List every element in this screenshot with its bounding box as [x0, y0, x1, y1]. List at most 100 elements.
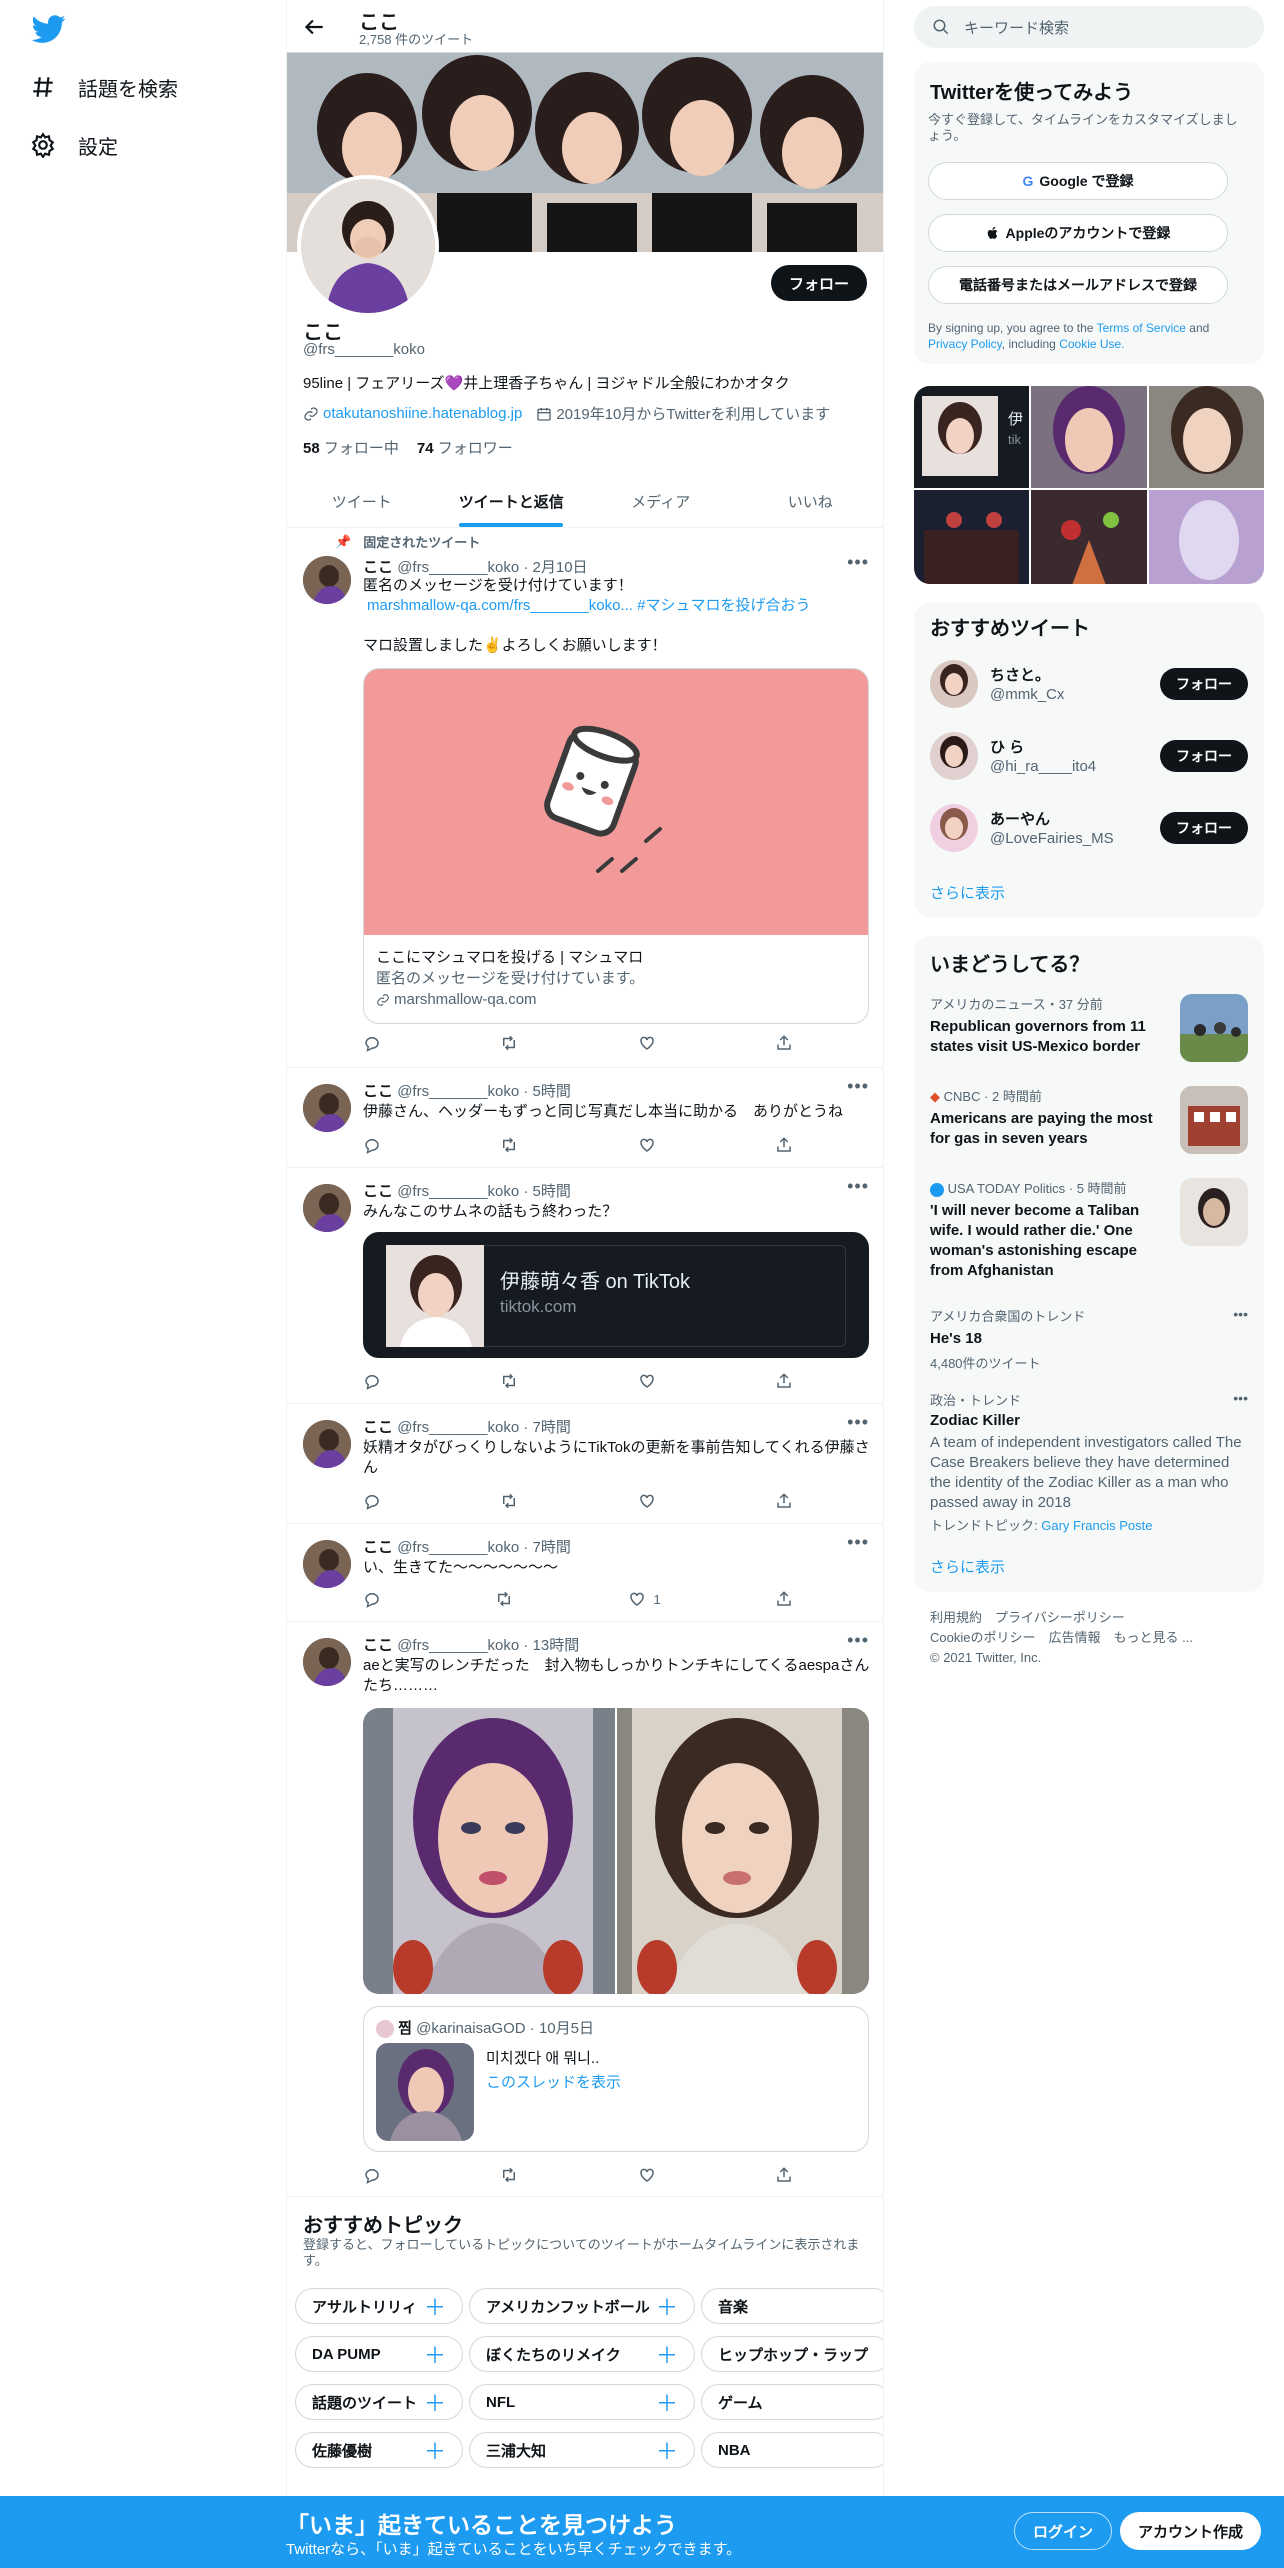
media-thumb[interactable]	[1148, 386, 1264, 488]
follow-button[interactable]: フォロー	[770, 265, 867, 301]
twitter-logo-icon[interactable]	[30, 12, 68, 46]
reply-icon[interactable]	[363, 1492, 381, 1510]
share-icon[interactable]	[775, 1034, 793, 1052]
tweet-avatar[interactable]	[303, 1638, 351, 1686]
footer-terms[interactable]: 利用規約	[930, 1610, 982, 1625]
topic-pill[interactable]: DA PUMP ＋	[295, 2336, 463, 2372]
retweet-icon[interactable]	[500, 1372, 518, 1390]
like-icon[interactable]	[638, 1372, 656, 1390]
quoted-tweet[interactable]: 찜 @karinaisaGOD · 10月5日 미치겠다 애 뭐니.. このスレ…	[363, 2006, 869, 2152]
tweet[interactable]: ここ @frs_______koko · 13時間 ••• aeと実写のレンチだ…	[287, 1622, 883, 2197]
trend-item[interactable]: 政治・トレンド Zodiac Killer A team of independ…	[930, 1390, 1248, 1533]
trend-item[interactable]: アメリカのニュース・37 分前 Republican governors fro…	[930, 994, 1248, 1074]
retweet-icon[interactable]	[500, 2166, 518, 2184]
topic-pill[interactable]: 三浦大知＋	[469, 2432, 695, 2468]
more-options-icon[interactable]: •••	[847, 1176, 869, 1197]
like-icon[interactable]	[638, 2166, 656, 2184]
topic-pill[interactable]: アサルトリリィ＋	[295, 2288, 463, 2324]
retweet-icon[interactable]	[500, 1034, 518, 1052]
trend-item[interactable]: アメリカ合衆国のトレンド He's 18 4,480件のツイート •••	[930, 1306, 1248, 1374]
topic-pill[interactable]: NBA	[701, 2432, 883, 2468]
media-thumb[interactable]: 伊 tik	[914, 386, 1030, 488]
tweet-avatar[interactable]	[303, 1184, 351, 1232]
like-icon[interactable]	[638, 1034, 656, 1052]
more-options-icon[interactable]: •••	[847, 1532, 869, 1553]
tweet-avatar[interactable]	[303, 1540, 351, 1588]
google-signup-button[interactable]: G Google で登録	[928, 162, 1228, 200]
footer-ads[interactable]: 広告情報	[1048, 1630, 1100, 1645]
tweet-avatar[interactable]	[303, 1084, 351, 1132]
show-thread-link[interactable]: このスレッドを表示	[486, 2071, 621, 2092]
phone-email-signup-button[interactable]: 電話番号またはメールアドレスで登録	[928, 266, 1228, 304]
share-icon[interactable]	[775, 1372, 793, 1390]
trend-item[interactable]: ◆ CNBC · 2 時間前 Americans are paying the …	[930, 1086, 1248, 1166]
tab-media[interactable]: メディア	[586, 475, 736, 527]
media-thumb[interactable]	[1148, 490, 1264, 584]
more-options-icon[interactable]: •••	[1233, 1306, 1248, 1322]
share-icon[interactable]	[775, 1136, 793, 1154]
topic-pill[interactable]: ぼくたちのリメイク＋	[469, 2336, 695, 2372]
link-card-marshmallow[interactable]: ここにマシュマロを投げる | マシュマロ 匿名のメッセージを受け付けています。 …	[363, 668, 869, 1024]
nav-explore[interactable]: 話題を検索	[30, 67, 178, 107]
show-more-link[interactable]: さらに表示	[930, 1556, 1005, 1577]
more-options-icon[interactable]: •••	[847, 1076, 869, 1097]
share-icon[interactable]	[775, 1492, 793, 1510]
privacy-link[interactable]: Privacy Policy	[928, 337, 1002, 351]
tweet-avatar[interactable]	[303, 556, 351, 604]
retweet-icon[interactable]	[500, 1136, 518, 1154]
apple-signup-button[interactable]: Appleのアカウントで登録	[928, 214, 1228, 252]
profile-link[interactable]: otakutanoshiine.hatenablog.jp	[323, 405, 522, 422]
like-icon[interactable]: 1	[628, 1590, 661, 1608]
user-name[interactable]: ちさと。	[990, 664, 1050, 685]
topic-pill[interactable]: 佐藤優樹＋	[295, 2432, 463, 2468]
tweet[interactable]: ここ @frs_______koko · 5時間 ••• 伊藤さん、ヘッダーもず…	[287, 1068, 883, 1168]
tweet[interactable]: ここ @frs_______koko · 7時間 ••• 妖精オタがびっくりしな…	[287, 1404, 883, 1524]
topic-pill[interactable]: ゲーム	[701, 2384, 883, 2420]
follow-button[interactable]: フォロー	[1160, 812, 1248, 844]
login-button[interactable]: ログイン	[1014, 2512, 1113, 2550]
tweet-avatar[interactable]	[303, 1420, 351, 1468]
user-name[interactable]: ひ ら	[990, 736, 1024, 757]
topic-pill[interactable]: アメリカンフットボール＋	[469, 2288, 695, 2324]
tab-likes[interactable]: いいね	[736, 475, 884, 527]
topic-pill[interactable]: 音楽	[701, 2288, 883, 2324]
topic-pill[interactable]: ヒップホップ・ラップ	[701, 2336, 883, 2372]
footer-cookie[interactable]: Cookieのポリシー	[930, 1630, 1035, 1645]
search-input[interactable]: キーワード検索	[914, 6, 1264, 48]
footer-privacy[interactable]: プライバシーポリシー	[995, 1610, 1125, 1625]
like-icon[interactable]	[638, 1492, 656, 1510]
trend-topic-link[interactable]: Gary Francis Poste	[1041, 1518, 1152, 1533]
more-options-icon[interactable]: •••	[847, 552, 869, 573]
like-icon[interactable]	[638, 1136, 656, 1154]
user-name[interactable]: あーやん	[990, 808, 1050, 829]
retweet-icon[interactable]	[495, 1590, 513, 1608]
follow-button[interactable]: フォロー	[1160, 668, 1248, 700]
more-options-icon[interactable]: •••	[847, 1630, 869, 1651]
user-avatar[interactable]	[930, 660, 978, 708]
followers-link[interactable]: 74 フォロワー	[417, 437, 513, 458]
tweet-pinned[interactable]: 📌 固定されたツイート ここ @frs_______koko · 2月10日 ••…	[287, 528, 883, 1068]
topic-pill[interactable]: 話題のツイート＋	[295, 2384, 463, 2420]
share-icon[interactable]	[775, 2166, 793, 2184]
reply-icon[interactable]	[363, 1136, 381, 1154]
trend-item[interactable]: USA TODAY Politics · 5 時間前 'I will never…	[930, 1178, 1248, 1308]
reply-icon[interactable]	[363, 1590, 381, 1608]
retweet-icon[interactable]	[500, 1492, 518, 1510]
profile-avatar[interactable]	[297, 175, 439, 317]
reply-icon[interactable]	[363, 2166, 381, 2184]
tweet-photo[interactable]	[363, 1708, 615, 1994]
link-card-tiktok[interactable]: 伊藤萌々香 on TikTok tiktok.com	[363, 1232, 869, 1358]
media-thumb[interactable]	[914, 490, 1030, 584]
nav-settings[interactable]: 設定	[30, 125, 118, 165]
media-thumb[interactable]	[1031, 490, 1147, 584]
show-more-link[interactable]: さらに表示	[930, 882, 1005, 903]
tweet[interactable]: ここ @frs_______koko · 5時間 ••• みんなこのサムネの話も…	[287, 1168, 883, 1404]
user-avatar[interactable]	[930, 732, 978, 780]
terms-link[interactable]: Terms of Service	[1097, 321, 1186, 335]
topic-pill[interactable]: NFL ＋	[469, 2384, 695, 2420]
more-options-icon[interactable]: •••	[1233, 1390, 1248, 1406]
tab-tweets-replies[interactable]: ツイートと返信	[437, 475, 587, 527]
tab-tweets[interactable]: ツイート	[287, 475, 437, 527]
tweet[interactable]: ここ @frs_______koko · 7時間 ••• い、生きてた〜〜〜〜〜…	[287, 1524, 883, 1622]
cookie-link[interactable]: Cookie Use.	[1059, 337, 1124, 351]
